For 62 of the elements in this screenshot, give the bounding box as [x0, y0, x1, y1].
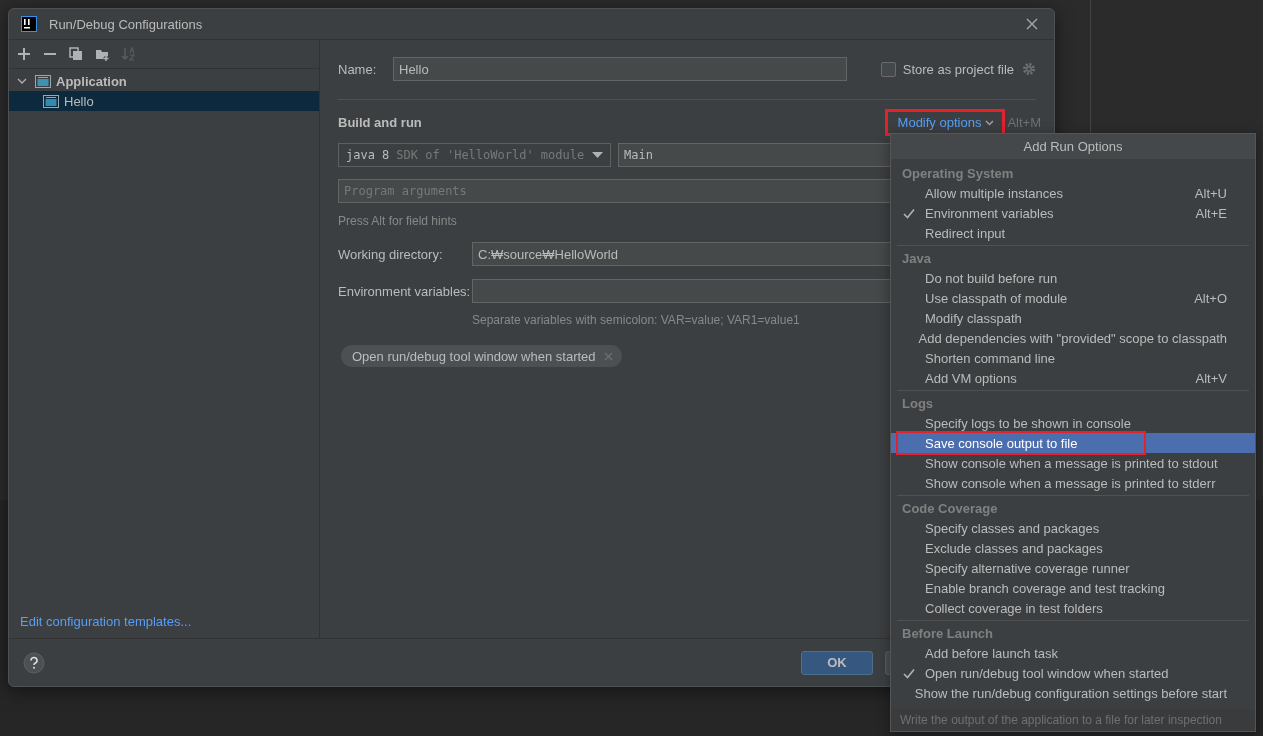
dropdown-arrow-icon: [592, 152, 603, 158]
shortcut-label: Alt+E: [1195, 205, 1227, 221]
menu-item[interactable]: Environment variables Alt+E: [891, 203, 1255, 223]
toolbar-button[interactable]: [17, 47, 31, 61]
close-button[interactable]: [1024, 16, 1040, 32]
menu-item[interactable]: Show console when a message is printed to stdout: [891, 453, 1255, 473]
menu-item[interactable]: Add before launch task: [891, 643, 1255, 663]
menu-item[interactable]: Shorten command line: [891, 348, 1255, 368]
app-icon: [21, 16, 37, 32]
menu-item[interactable]: Modify classpath: [891, 308, 1255, 328]
checkbox[interactable]: [880, 61, 896, 77]
menu-item[interactable]: Exclude classes and packages: [891, 538, 1255, 558]
menu-item[interactable]: Show the run/debug configuration settings before start: [891, 683, 1255, 703]
field-label: Environment variables:: [338, 283, 472, 299]
new-folder-icon: [95, 47, 109, 61]
menu-item[interactable]: Do not build before run: [891, 268, 1255, 288]
close-icon: [603, 351, 613, 361]
group-header: Java: [901, 249, 932, 268]
add-icon: [17, 47, 31, 61]
hint-text: Press Alt for field hints: [338, 214, 457, 228]
shortcut-label: Alt+O: [1194, 290, 1227, 306]
menu-item[interactable]: Open run/debug tool window when started: [891, 663, 1255, 683]
shortcut-label: Alt+U: [1194, 185, 1227, 201]
group-header: Before Launch: [901, 624, 994, 643]
menu-item[interactable]: Add VM options Alt+V: [891, 368, 1255, 388]
menu-item[interactable]: Enable branch coverage and test tracking: [891, 578, 1255, 598]
window-title: Run/Debug Configurations: [49, 16, 204, 32]
window-icon: [35, 74, 51, 88]
section-title: Build and run: [338, 114, 422, 130]
group-header: Logs: [901, 394, 935, 413]
ok-button[interactable]: OK: [801, 650, 873, 675]
menu-item[interactable]: Specify logs to be shown in console: [891, 413, 1255, 433]
group-header: Code Coverage: [901, 499, 999, 518]
option-chip[interactable]: Open run/debug tool window when started: [341, 345, 622, 367]
checkbox-label: Store as project file: [902, 61, 1014, 77]
chevron-icon: [17, 76, 27, 86]
help-button[interactable]: [23, 651, 45, 674]
sort-icon: [121, 47, 135, 61]
name-field[interactable]: Hello: [393, 57, 847, 81]
menu-item[interactable]: Save console output to file: [891, 433, 1255, 453]
copy-icon: [69, 47, 83, 61]
menu-item[interactable]: Add dependencies with "provided" scope to classpath: [891, 328, 1255, 348]
gear-icon: [1022, 62, 1036, 76]
menu-item[interactable]: Specify alternative coverage runner: [891, 558, 1255, 578]
toolbar-button[interactable]: [69, 47, 83, 61]
hint-text: Separate variables with semicolon: VAR=value; VAR1=value1: [472, 313, 800, 327]
menu-item[interactable]: Specify classes and packages: [891, 518, 1255, 538]
caret-icon: [985, 120, 995, 126]
edit-templates-link[interactable]: Edit configuration templates...: [9, 614, 319, 638]
field-label: Working directory:: [338, 246, 444, 262]
menu-item[interactable]: Show console when a message is printed to stderr: [891, 473, 1255, 493]
tree-item[interactable]: Application: [9, 71, 319, 91]
field-label: Name:: [338, 61, 378, 77]
jdk-dropdown[interactable]: java 8 SDK of 'HelloWorld' module: [338, 143, 611, 167]
window-icon: [43, 94, 59, 108]
menu-item[interactable]: Use classpath of module Alt+O: [891, 288, 1255, 308]
menu-item[interactable]: Redirect input: [891, 223, 1255, 243]
tree-item[interactable]: Hello: [9, 91, 319, 111]
shortcut-label: Alt+V: [1195, 370, 1227, 386]
toolbar-button[interactable]: [95, 47, 109, 61]
popup-title: Add Run Options: [891, 134, 1255, 159]
menu-item[interactable]: Collect coverage in test folders: [891, 598, 1255, 618]
